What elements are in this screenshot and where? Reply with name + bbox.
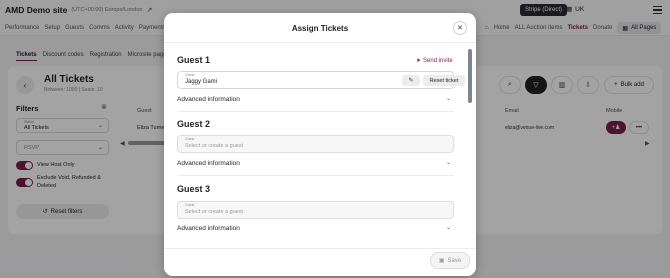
save-label: Save [447,257,462,264]
modal-title: Assign Tickets [291,24,349,33]
guest-3-field[interactable]: Guest Select or create a guest [177,201,454,219]
guest-2-title: Guest 2 [177,119,211,129]
guest-3-title: Guest 3 [177,184,211,194]
save-icon: ▣ [438,258,445,264]
pencil-icon: ✎ [408,78,414,84]
modal-scrollbar[interactable] [468,49,472,103]
close-button[interactable]: ✕ [453,21,467,35]
guest-2-field[interactable]: Guest Select or create a guest [177,135,454,153]
edit-guest-button[interactable]: ✎ [402,75,420,86]
send-icon: ➤ [416,58,422,64]
guest-separator [177,111,454,112]
reset-ticket-button[interactable]: Reset ticket [423,75,465,86]
send-invite-link[interactable]: ➤ Send invite [416,57,453,65]
guest-1-advanced-toggle[interactable]: Advanced information [177,96,240,103]
guest-1-field[interactable]: Guest Jaggy Gami ✎ Reset ticket [177,71,465,89]
guest-1-value: Jaggy Gami [185,79,218,85]
close-icon: ✕ [457,25,463,32]
guest-1-title: Guest 1 [177,55,211,65]
send-invite-label: Send invite [423,57,453,64]
guest-field-label: Guest [185,137,195,141]
guest-3-placeholder: Select or create a guest [185,209,244,215]
guest-separator [177,175,454,176]
guest-field-label: Guest [185,203,195,207]
modal-footer: ▣ Save [164,248,476,276]
assign-tickets-modal: Assign Tickets ✕ Guest 1 ➤ Send invite G… [164,13,476,276]
chevron-down-icon[interactable]: ⌄ [446,159,451,166]
guest-2-placeholder: Select or create a guest [185,143,244,149]
guest-2-advanced-toggle[interactable]: Advanced information [177,160,240,167]
guest-3-advanced-toggle[interactable]: Advanced information [177,225,240,232]
chevron-down-icon[interactable]: ⌄ [446,95,451,102]
chevron-down-icon[interactable]: ⌄ [446,224,451,231]
save-button[interactable]: ▣ Save [430,252,470,269]
guest-field-label: Guest [185,73,195,77]
modal-header-divider [164,42,476,43]
